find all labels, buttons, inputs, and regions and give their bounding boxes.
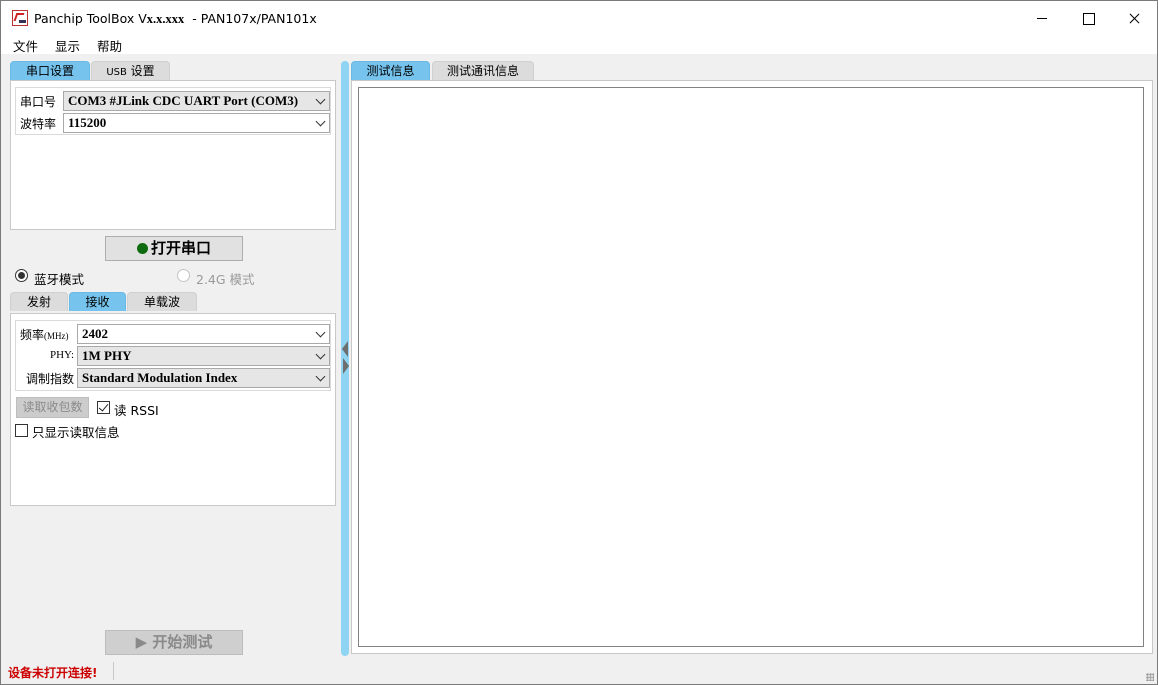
chevron-down-icon bbox=[315, 349, 326, 360]
menu-file[interactable]: 文件 bbox=[13, 36, 38, 55]
test-info-log[interactable] bbox=[358, 87, 1144, 647]
modulation-select-value: Standard Modulation Index bbox=[82, 370, 238, 385]
freq-label-text: 频率 bbox=[20, 328, 45, 342]
tab-usb-label: USB bbox=[106, 67, 127, 78]
window-title: Panchip ToolBox Vx.x.xxx - PAN107x/PAN10… bbox=[34, 11, 317, 26]
connection-status-dot-icon bbox=[136, 243, 148, 254]
chevron-down-icon bbox=[315, 94, 326, 105]
only-show-read-label[interactable]: 只显示读取信息 bbox=[32, 422, 120, 441]
tab-test-info[interactable]: 测试信息 bbox=[351, 61, 430, 80]
baud-select[interactable]: 115200 bbox=[63, 113, 330, 133]
status-separator bbox=[113, 662, 114, 680]
phy-label: PHY: bbox=[50, 349, 75, 361]
collapse-left-icon[interactable] bbox=[342, 341, 348, 357]
close-icon[interactable] bbox=[1111, 1, 1157, 32]
chevron-down-icon bbox=[315, 371, 326, 382]
app-window: Panchip ToolBox Vx.x.xxx - PAN107x/PAN10… bbox=[0, 0, 1158, 685]
g24-mode-label[interactable]: 2.4G 模式 bbox=[196, 269, 255, 288]
tab-usb-settings[interactable]: USB 设置 bbox=[91, 61, 170, 80]
freq-unit: (MHz) bbox=[44, 331, 69, 341]
status-message: 设备未打开连接! bbox=[8, 666, 98, 680]
open-port-button[interactable]: 打开串口 bbox=[105, 236, 243, 261]
title-bar[interactable]: Panchip ToolBox Vx.x.xxx - PAN107x/PAN10… bbox=[1, 1, 1157, 32]
serial-settings-panel: 串口号 COM3 #JLink CDC UART Port (COM3) 波特率… bbox=[10, 80, 336, 230]
expand-right-icon[interactable] bbox=[343, 358, 349, 374]
baud-select-value: 115200 bbox=[68, 115, 107, 130]
app-logo-icon bbox=[12, 10, 28, 26]
tab-transmit[interactable]: 发射 bbox=[10, 292, 68, 311]
modulation-label: 调制指数 bbox=[26, 372, 75, 386]
port-label: 串口号 bbox=[20, 95, 57, 109]
tab-comm-info[interactable]: 测试通讯信息 bbox=[432, 61, 534, 80]
read-rssi-label[interactable]: 读 RSSI bbox=[114, 400, 159, 419]
receive-panel: 频率(MHz) 2402 PHY: 1M PHY 调制指数 Standard M… bbox=[10, 313, 336, 506]
freq-label: 频率(MHz) bbox=[20, 326, 69, 343]
modulation-select[interactable]: Standard Modulation Index bbox=[77, 368, 330, 388]
frequency-select-value: 2402 bbox=[82, 326, 108, 341]
frequency-select[interactable]: 2402 bbox=[77, 324, 330, 344]
tab-usb-settings-label: 设置 bbox=[130, 64, 155, 78]
read-rssi-checkbox[interactable] bbox=[97, 401, 110, 414]
serial-fields-group: 串口号 COM3 #JLink CDC UART Port (COM3) 波特率… bbox=[15, 87, 331, 135]
ble-mode-radio[interactable] bbox=[15, 269, 28, 282]
test-info-panel bbox=[351, 80, 1153, 654]
status-bar: 设备未打开连接! bbox=[1, 659, 1157, 684]
menu-view[interactable]: 显示 bbox=[55, 36, 80, 55]
open-port-label: 打开串口 bbox=[150, 239, 211, 257]
tab-receive[interactable]: 接收 bbox=[69, 292, 126, 311]
menu-help[interactable]: 帮助 bbox=[97, 36, 122, 55]
title-version: x.x.xxx bbox=[146, 12, 185, 26]
tab-single-carrier[interactable]: 单载波 bbox=[127, 292, 197, 311]
start-test-button[interactable]: ▶ 开始测试 bbox=[105, 630, 243, 655]
port-select[interactable]: COM3 #JLink CDC UART Port (COM3) bbox=[63, 91, 330, 111]
ble-mode-label[interactable]: 蓝牙模式 bbox=[34, 269, 84, 288]
chevron-down-icon bbox=[315, 116, 326, 127]
g24-mode-radio[interactable] bbox=[177, 269, 190, 282]
start-test-label: 开始测试 bbox=[152, 633, 213, 651]
tab-serial-settings[interactable]: 串口设置 bbox=[10, 61, 90, 80]
phy-select-value: 1M PHY bbox=[82, 348, 132, 363]
menu-bar: 文件 显示 帮助 bbox=[1, 32, 1157, 54]
read-packet-count-button[interactable]: 读取收包数 bbox=[16, 397, 89, 418]
resize-grip-icon[interactable] bbox=[1146, 673, 1154, 681]
chevron-down-icon bbox=[315, 327, 326, 338]
port-select-value: COM3 #JLink CDC UART Port (COM3) bbox=[68, 93, 299, 108]
receive-fields-group: 频率(MHz) 2402 PHY: 1M PHY 调制指数 Standard M… bbox=[15, 320, 331, 391]
maximize-icon[interactable] bbox=[1065, 1, 1111, 32]
only-show-read-checkbox[interactable] bbox=[15, 424, 28, 437]
play-icon: ▶ bbox=[135, 633, 148, 651]
baud-label: 波特率 bbox=[20, 117, 57, 131]
minimize-icon[interactable] bbox=[1019, 1, 1065, 32]
phy-select[interactable]: 1M PHY bbox=[77, 346, 330, 366]
